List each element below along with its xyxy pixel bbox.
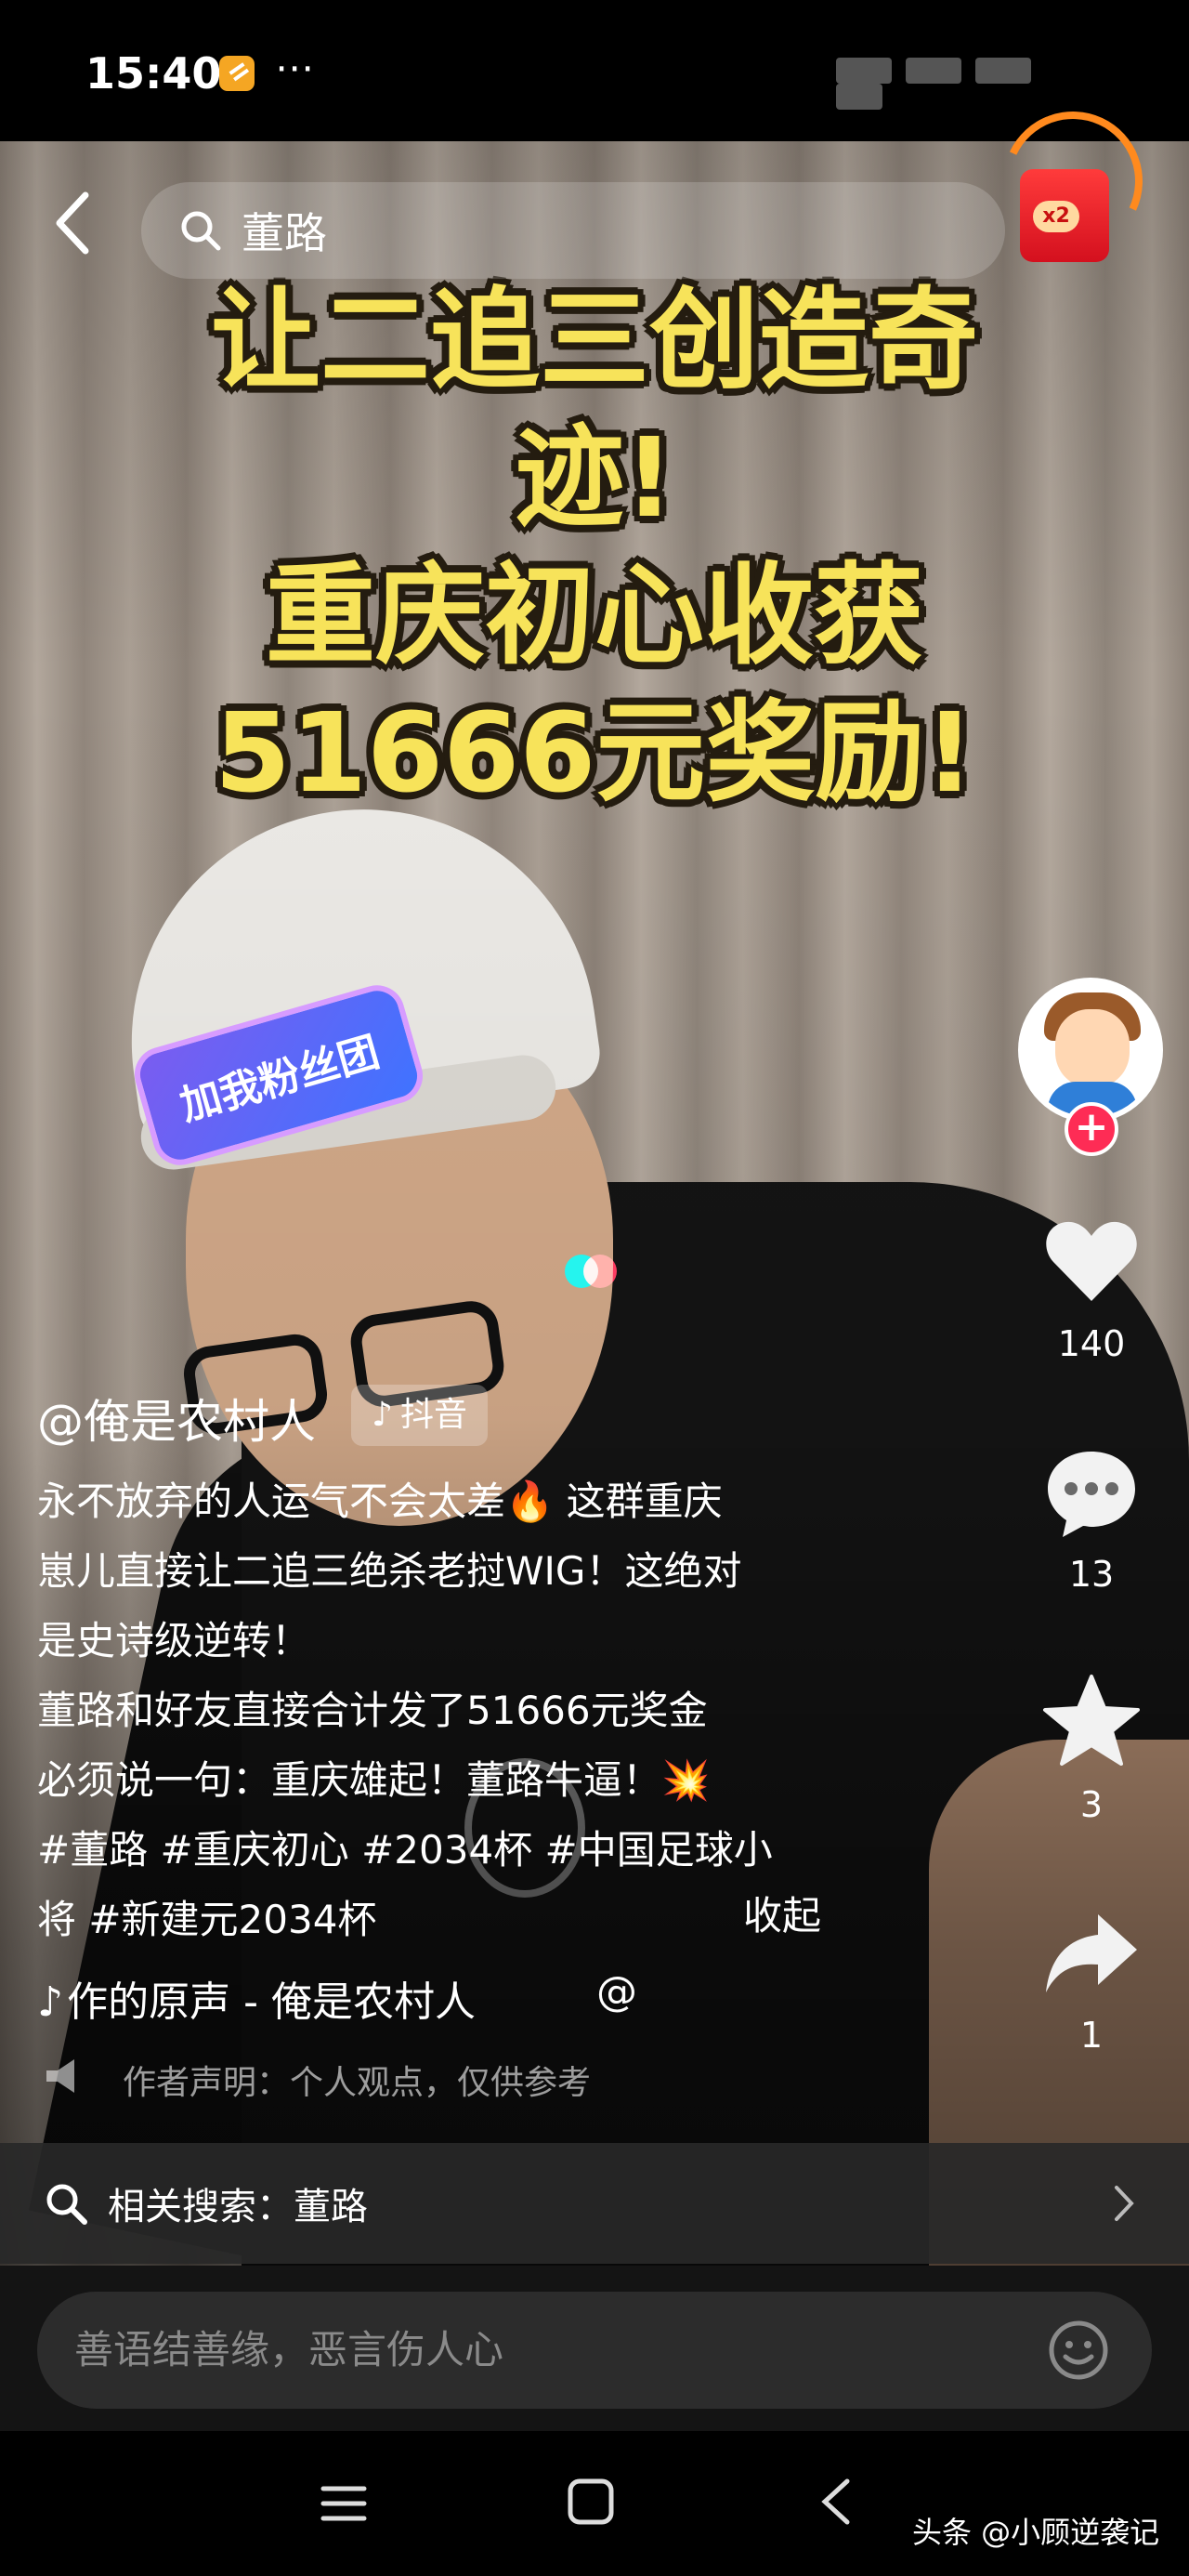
network-icon xyxy=(975,58,1032,84)
caption-line: 必须说一句：重庆雄起！董路牛逼！💥 xyxy=(37,1757,711,1803)
status-indicators xyxy=(836,58,1096,110)
related-search-label: 相关搜索：董路 xyxy=(108,2186,368,2228)
heart-icon xyxy=(1046,1221,1137,1301)
comment-input[interactable]: 善语结善缘，恶言伤人心 xyxy=(37,2292,1152,2409)
platform-tag[interactable]: 抖音 xyxy=(351,1385,488,1446)
collapse-caption-button[interactable]: 收起 xyxy=(743,1885,821,1941)
caption-line: 永不放弃的人运气不会太差🔥 这群重庆 xyxy=(37,1479,723,1524)
share-count: 1 xyxy=(1079,2015,1104,2056)
author-name[interactable]: @俺是农村人 xyxy=(37,1385,316,1452)
search-query: 董路 xyxy=(242,208,327,258)
music-mention[interactable]: @ xyxy=(596,1968,637,2016)
avatar-face xyxy=(1055,1009,1130,1087)
loading-dot-red xyxy=(583,1255,617,1288)
caption-line: 是史诗级逆转！ xyxy=(37,1618,311,1663)
comment-button[interactable]: 13 xyxy=(1022,1440,1161,1595)
title-line: 51666元奖励! xyxy=(214,689,975,817)
favorite-count: 3 xyxy=(1079,1784,1104,1825)
search-bar[interactable]: 董路 xyxy=(141,182,1005,279)
music-info[interactable]: 作的原声 - 俺是农村人 xyxy=(37,1968,476,2028)
red-packet-button[interactable]: x2 xyxy=(1011,156,1122,264)
notification-app-icon xyxy=(219,56,255,91)
caption-line: 董路和好友直接合计发了51666元奖金 xyxy=(37,1688,708,1733)
status-time: 15:40 xyxy=(85,48,222,99)
author-avatar[interactable] xyxy=(1018,978,1163,1123)
post-caption: 永不放弃的人运气不会太差🔥 这群重庆 崽儿直接让二追三绝杀老挝WIG！这绝对 是… xyxy=(37,1466,892,1954)
video-title-overlay: 让二追三创造奇 迹! 重庆初心收获 51666元奖励! xyxy=(93,271,1096,821)
wifi-icon xyxy=(906,58,962,84)
battery-icon xyxy=(836,84,882,110)
title-line: 迹! xyxy=(515,414,674,542)
share-arrow-icon xyxy=(1046,1914,1137,1992)
fan-club-badge-label: 加我粉丝团 xyxy=(175,1028,385,1131)
status-bar: 15:40 ⋯ xyxy=(0,0,1189,141)
search-icon xyxy=(46,2184,87,2225)
signal-icon xyxy=(836,58,892,84)
more-notifications-icon: ⋯ xyxy=(275,45,314,90)
related-search-bar[interactable]: 相关搜索：董路 xyxy=(0,2143,1189,2264)
nav-back-icon[interactable] xyxy=(817,2476,855,2528)
like-count: 140 xyxy=(1057,1323,1126,1364)
chevron-right-icon xyxy=(1115,2186,1134,2221)
star-icon xyxy=(1043,1675,1140,1766)
follow-button[interactable]: + xyxy=(1065,1102,1118,1156)
share-button[interactable]: 1 xyxy=(1022,1901,1161,2056)
back-arrow-icon xyxy=(56,191,89,255)
recent-apps-icon[interactable] xyxy=(318,2477,370,2530)
megaphone-icon xyxy=(46,2059,74,2093)
back-button[interactable] xyxy=(46,186,102,260)
title-line: 让二追三创造奇 xyxy=(210,276,978,404)
comment-count: 13 xyxy=(1068,1554,1115,1595)
comment-icon xyxy=(1048,1452,1135,1537)
home-icon[interactable] xyxy=(565,2476,617,2528)
caption-line: 崽儿直接让二追三绝杀老挝WIG！这绝对 xyxy=(37,1548,742,1594)
caption-line-hashtags[interactable]: #董路 #重庆初心 #2034杯 #中国足球小 xyxy=(37,1815,892,1885)
author-disclaimer: 作者声明：个人观点，仅供参考 xyxy=(123,2064,592,2102)
red-packet-multiplier: x2 xyxy=(1033,201,1079,232)
emoji-icon[interactable] xyxy=(1046,2318,1111,2383)
favorite-button[interactable]: 3 xyxy=(1022,1671,1161,1825)
watermark: 头条 @小顾逆袭记 xyxy=(912,2515,1160,2550)
search-icon xyxy=(181,211,221,251)
like-button[interactable]: 140 xyxy=(1022,1210,1161,1364)
title-line: 重庆初心收获 xyxy=(265,551,923,679)
